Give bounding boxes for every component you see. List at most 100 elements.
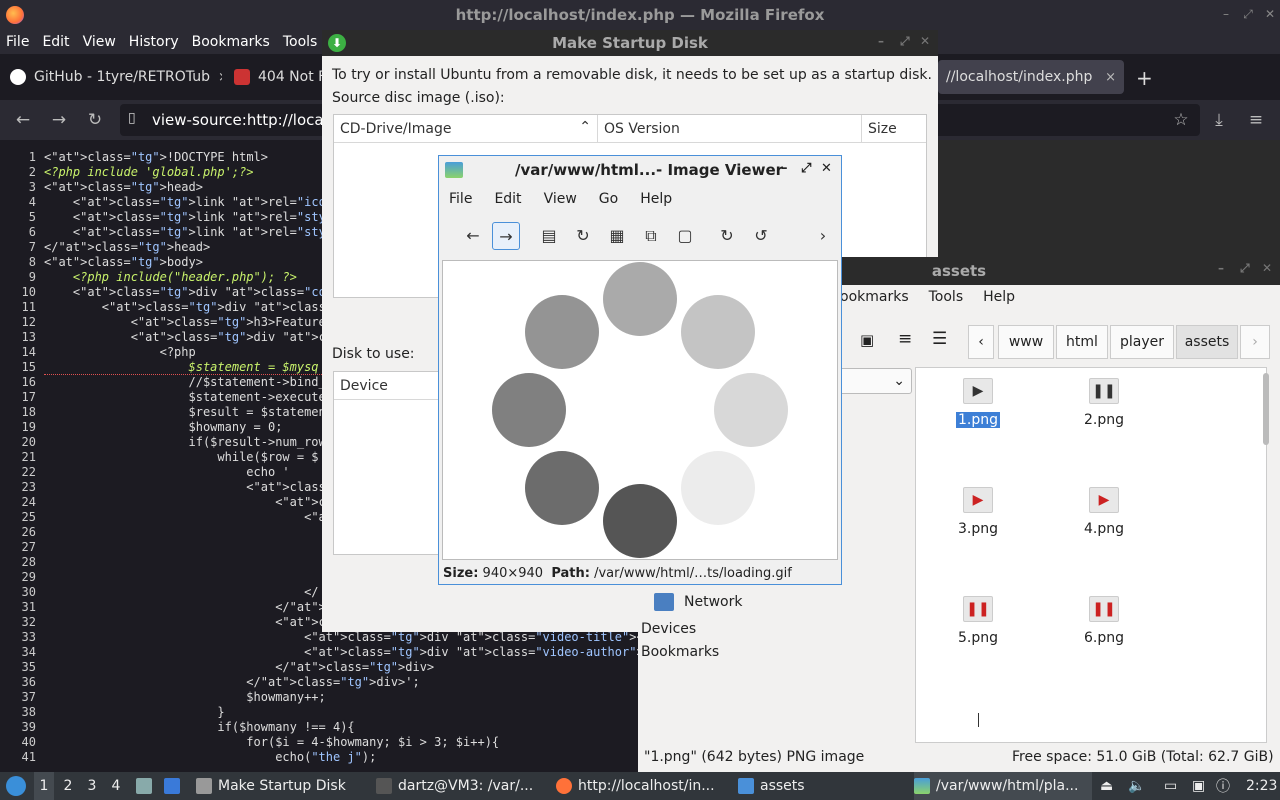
breadcrumb-forward-icon[interactable]: › — [1240, 325, 1270, 359]
section-devices[interactable]: Devices — [641, 621, 696, 637]
breadcrumb-back-icon[interactable]: ‹ — [968, 325, 994, 359]
menu-file[interactable]: File — [6, 34, 29, 50]
rotate-counterclockwise-icon[interactable]: ↺ — [747, 222, 775, 250]
workspace-4[interactable]: 4 — [106, 772, 126, 800]
menu-history[interactable]: History — [129, 34, 179, 50]
maximize-icon[interactable]: ⤢ — [1240, 7, 1256, 23]
back-icon[interactable]: ← — [12, 109, 34, 131]
minimize-icon[interactable]: – — [1218, 261, 1224, 275]
save-icon[interactable]: ▦ — [603, 222, 631, 250]
workspace-1[interactable]: 1 — [34, 772, 54, 800]
paste-icon[interactable]: ▢ — [671, 222, 699, 250]
minimize-icon[interactable]: – — [781, 161, 788, 176]
more-icon[interactable]: › — [809, 222, 837, 250]
line-number: 9 — [28, 270, 36, 284]
start-menu-icon[interactable] — [6, 772, 26, 800]
column-header-image[interactable]: CD-Drive/Image ⌃ — [334, 115, 598, 142]
menu-help[interactable]: Help — [640, 191, 672, 207]
breadcrumb-www[interactable]: www — [998, 325, 1054, 359]
close-icon[interactable]: ✕ — [1262, 261, 1272, 275]
scrollbar[interactable] — [1263, 373, 1269, 445]
column-header-size[interactable]: Size — [862, 115, 926, 142]
rotate-clockwise-icon[interactable]: ↻ — [713, 222, 741, 250]
new-tab-button[interactable]: + — [1136, 66, 1153, 90]
tab-close-icon[interactable]: × — [1097, 70, 1116, 85]
list-view-icon[interactable]: ≡ — [898, 329, 912, 349]
file-icon-view[interactable]: ▶ 1.png ❚❚ 2.png ▶ 3.png ▶ 4.png ❚❚ 5.png ❚❚ 6.png — [915, 367, 1267, 743]
menu-view[interactable]: View — [544, 191, 577, 207]
close-icon[interactable]: ✕ — [920, 34, 930, 48]
file-manager-launcher-icon[interactable] — [136, 772, 158, 800]
file-item[interactable]: ❚❚ 5.png — [918, 596, 1038, 646]
workspace-3[interactable]: 3 — [82, 772, 102, 800]
file-item[interactable]: ▶ 1.png — [918, 378, 1038, 428]
task-image-viewer[interactable]: /var/www/html/pla... — [914, 772, 1092, 800]
minimize-icon[interactable]: – — [878, 34, 884, 48]
workspace-2[interactable]: 2 — [58, 772, 78, 800]
maximize-icon[interactable]: ⤢ — [1240, 261, 1250, 276]
clipboard-icon[interactable]: ▭ — [1164, 772, 1177, 800]
previous-icon[interactable]: ← — [459, 222, 487, 250]
tab-close-icon[interactable]: × — [210, 70, 222, 85]
bookmark-star-icon[interactable]: ☆ — [1170, 109, 1192, 131]
minimize-icon[interactable]: – — [1218, 7, 1234, 23]
close-icon[interactable]: ✕ — [1262, 7, 1278, 23]
next-icon[interactable]: → — [492, 222, 520, 250]
file-item[interactable]: ▶ 3.png — [918, 487, 1038, 537]
maximize-icon[interactable]: ⤢ — [801, 161, 811, 176]
section-bookmarks[interactable]: Bookmarks — [641, 644, 719, 660]
menu-go[interactable]: Go — [599, 191, 618, 207]
firefox-icon — [556, 778, 572, 794]
loading-dot — [525, 451, 599, 525]
tab-github[interactable]: GitHub - 1tyre/RETROTub × — [2, 60, 222, 94]
breadcrumb-player[interactable]: player — [1110, 325, 1174, 359]
forward-icon[interactable]: → — [48, 109, 70, 131]
copy-icon[interactable]: ⧉ — [637, 222, 665, 250]
breadcrumb-html[interactable]: html — [1056, 325, 1108, 359]
menu-file[interactable]: File — [449, 191, 472, 207]
task-terminal[interactable]: dartz@VM3: /var/... — [376, 772, 546, 800]
network-status-icon[interactable]: ▣ — [1192, 772, 1205, 800]
column-header-os[interactable]: OS Version — [598, 115, 862, 142]
detail-view-icon[interactable]: ☰ — [932, 329, 947, 349]
menu-bookmarks[interactable]: ookmarks — [840, 289, 909, 313]
tab-404[interactable]: 404 Not F — [226, 60, 322, 94]
task-startup-disk[interactable]: Make Startup Disk — [196, 772, 366, 800]
eject-icon[interactable]: ⏏ — [1100, 772, 1113, 800]
updates-icon[interactable]: ⓘ — [1216, 772, 1230, 800]
path-value: /var/www/html/…ts/loading.gif — [594, 566, 792, 581]
task-firefox[interactable]: http://localhost/in... — [556, 772, 726, 800]
menu-tools[interactable]: Tools — [283, 34, 318, 50]
source-line: </"at">class="tg">div> — [44, 660, 435, 674]
file-item[interactable]: ❚❚ 2.png — [1044, 378, 1164, 428]
volume-icon[interactable]: 🔈 — [1128, 772, 1145, 800]
tab-localhost[interactable]: //localhost/index.php × — [938, 60, 1124, 94]
menu-edit[interactable]: Edit — [494, 191, 521, 207]
file-item[interactable]: ▶ 4.png — [1044, 487, 1164, 537]
open-icon[interactable]: ▤ — [535, 222, 563, 250]
menu-view[interactable]: View — [83, 34, 116, 50]
loading-dot — [603, 484, 677, 558]
clock[interactable]: 2:23 — [1246, 772, 1277, 800]
image-view-icon[interactable]: ▣ — [860, 331, 874, 349]
downloads-icon[interactable]: ⤓ — [1208, 109, 1230, 131]
menu-help[interactable]: Help — [983, 289, 1015, 313]
menu-bookmarks[interactable]: Bookmarks — [192, 34, 270, 50]
maximize-icon[interactable]: ⤢ — [900, 34, 910, 49]
reload-icon[interactable]: ↻ — [84, 109, 106, 131]
reload-icon[interactable]: ↻ — [569, 222, 597, 250]
menu-tools[interactable]: Tools — [929, 289, 964, 313]
breadcrumb-assets[interactable]: assets — [1176, 325, 1238, 359]
line-number: 26 — [21, 525, 36, 539]
image-canvas[interactable] — [442, 260, 838, 560]
firefox-titlebar: http://localhost/index.php — Mozilla Fir… — [0, 0, 1280, 30]
place-network[interactable]: Network — [654, 593, 742, 611]
desktop-launcher-icon[interactable] — [164, 772, 186, 800]
task-assets[interactable]: assets — [738, 772, 908, 800]
menu-edit[interactable]: Edit — [42, 34, 69, 50]
file-item[interactable]: ❚❚ 6.png — [1044, 596, 1164, 646]
menu-icon[interactable]: ≡ — [1245, 109, 1267, 131]
line-number: 30 — [21, 585, 36, 599]
close-icon[interactable]: ✕ — [821, 161, 832, 176]
page-info-icon[interactable]: ▯ — [128, 110, 136, 126]
